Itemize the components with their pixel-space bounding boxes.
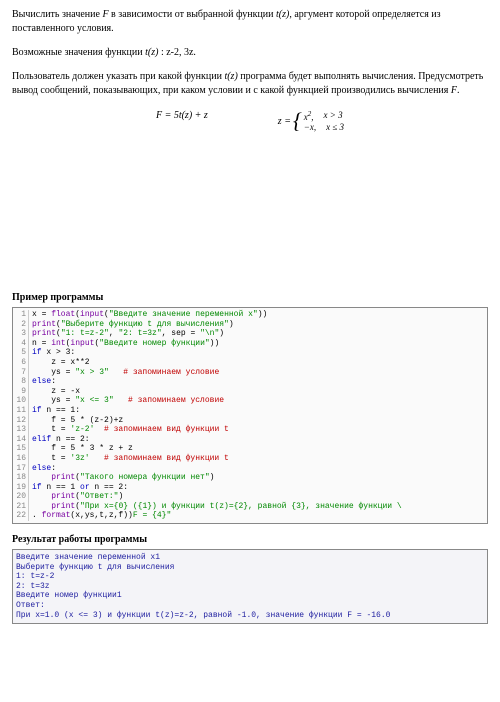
code-line: 7 ys = "x > 3" # запоминаем условие bbox=[15, 368, 485, 378]
section-title-output: Результат работы программы bbox=[12, 534, 488, 545]
code-line: 11if n == 1: bbox=[15, 406, 485, 416]
code-line: 21 print("При x={0} ({1}) и функции t(z)… bbox=[15, 502, 485, 512]
code-line: 15 f = 5 * 3 * z + z bbox=[15, 444, 485, 454]
formula-z: z = { x2, x > 3 −x, x ≤ 3 bbox=[278, 110, 344, 132]
code-line: 20 print("Ответ:") bbox=[15, 492, 485, 502]
code-line: 18 print("Такого номера функции нет") bbox=[15, 473, 485, 483]
code-line: 3print("1: t=z-2", "2: t=3z", sep = "\n"… bbox=[15, 329, 485, 339]
code-line: 19if n == 1 or n == 2: bbox=[15, 483, 485, 493]
code-line: 8else: bbox=[15, 377, 485, 387]
code-line: 22. format(x,ys,t,z,f))F = {4}" bbox=[15, 511, 485, 521]
code-line: 6 z = x**2 bbox=[15, 358, 485, 368]
code-line: 9 z = -x bbox=[15, 387, 485, 397]
program-output: Введите значение переменной x1 Выберите … bbox=[12, 549, 488, 624]
problem-statement: Вычислить значение F в зависимости от вы… bbox=[12, 8, 488, 98]
section-title-program: Пример программы bbox=[12, 292, 488, 303]
code-line: 13 t = 'z-2' # запоминаем вид функции t bbox=[15, 425, 485, 435]
code-line: 14elif n == 2: bbox=[15, 435, 485, 445]
code-line: 5if x > 3: bbox=[15, 348, 485, 358]
code-line: 2print("Выберите функцию t для вычислени… bbox=[15, 320, 485, 330]
paragraph-3: Пользователь должен указать при какой фу… bbox=[12, 70, 488, 98]
paragraph-1: Вычислить значение F в зависимости от вы… bbox=[12, 8, 488, 36]
formula-lhs: F = 5t(z) + z bbox=[156, 110, 208, 132]
code-line: 17else: bbox=[15, 464, 485, 474]
code-listing: 1x = float(input("Введите значение перем… bbox=[12, 307, 488, 524]
paragraph-2: Возможные значения функции t(z) : z-2, 3… bbox=[12, 46, 488, 60]
code-line: 1x = float(input("Введите значение перем… bbox=[15, 310, 485, 320]
code-line: 10 ys = "x <= 3" # запоминаем условие bbox=[15, 396, 485, 406]
formula-block: F = 5t(z) + z z = { x2, x > 3 −x, x ≤ 3 bbox=[12, 110, 488, 132]
code-line: 12 f = 5 * (z-2)+z bbox=[15, 416, 485, 426]
code-line: 16 t = '3z' # запоминаем вид функции t bbox=[15, 454, 485, 464]
code-line: 4n = int(input("Введите номер функции")) bbox=[15, 339, 485, 349]
